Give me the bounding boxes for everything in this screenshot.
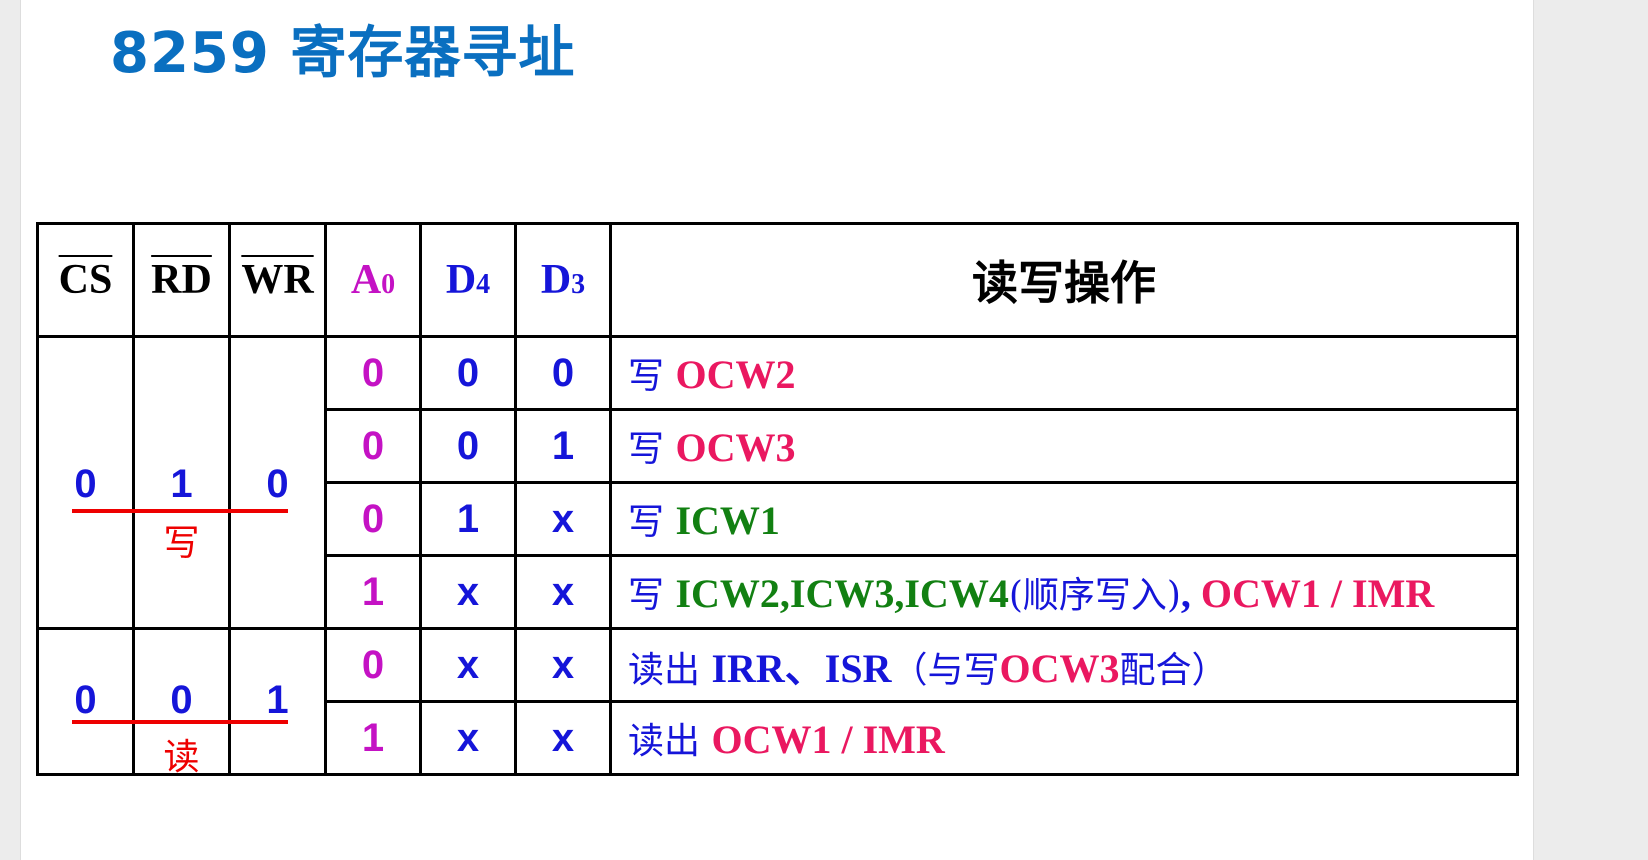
header-wr: WR [228,222,327,338]
header-cs: CS [36,222,135,338]
read-underline [72,720,288,724]
write-wr-cell: 0 [228,335,327,630]
operation-cell: 写 OCW2 [609,335,1519,411]
write-cs-cell: 0 [36,335,135,630]
header-operation: 读写操作 [609,222,1519,338]
table-row: 0 0读 1 0 x x 读出 IRR、ISR（与写OCW3配合） [36,627,1519,778]
read-label: 读 [163,737,200,778]
read-wr-cell: 1 [228,627,327,776]
header-rd: RD [132,222,231,338]
register-addressing-table: CS RD WR A0 D4 D3 读写操作 0 1写 0 0 0 0 写 OC… [36,222,1519,778]
write-label: 写 [163,523,200,564]
operation-cell: 读出 OCW1 / IMR [609,700,1519,776]
header-d3: D3 [514,222,612,338]
operation-cell: 读出 IRR、ISR（与写OCW3配合） [609,627,1519,703]
header-row: CS RD WR A0 D4 D3 读写操作 [36,222,1519,338]
read-cs-cell: 0 [36,627,135,776]
write-underline [72,509,288,513]
operation-cell: 写 OCW3 [609,408,1519,484]
header-d4: D4 [419,222,517,338]
table-row: 0 1写 0 0 0 0 写 OCW2 [36,335,1519,630]
page-title: 8259 寄存器寻址 [110,21,576,86]
operation-cell: 写 ICW1 [609,481,1519,557]
header-a0: A0 [324,222,422,338]
write-rd-cell: 1写 [132,335,231,630]
operation-cell: 写 ICW2,ICW3,ICW4(顺序写入), OCW1 / IMR [609,554,1519,630]
read-rd-cell: 0读 [132,627,231,778]
